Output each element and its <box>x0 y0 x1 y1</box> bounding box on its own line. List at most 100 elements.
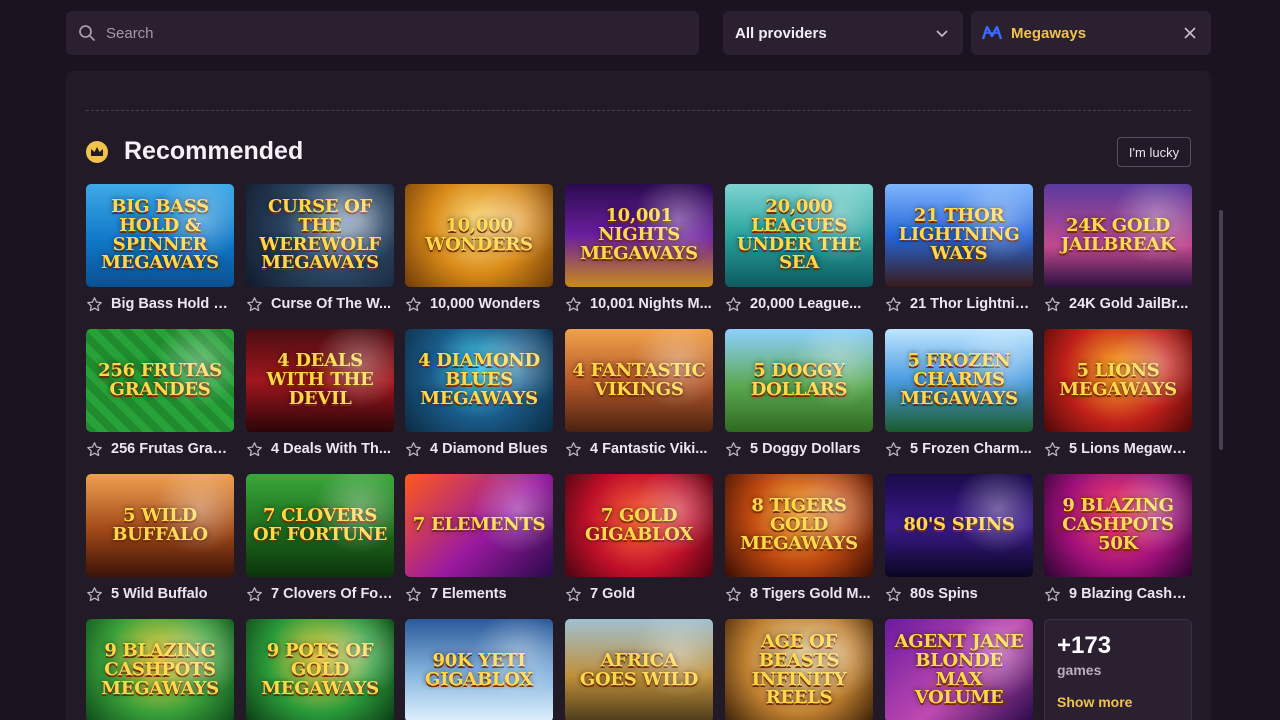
game-title[interactable]: 5 Frozen Charm... <box>910 441 1032 457</box>
game-thumbnail[interactable]: 5 Lions Megaways <box>1044 329 1192 432</box>
game-title[interactable]: 4 Deals With Th... <box>271 441 393 457</box>
providers-dropdown[interactable]: All providers <box>723 11 963 55</box>
game-card[interactable]: 21 Thor Lightning Ways 21 Thor Lightnin..… <box>885 184 1033 321</box>
game-thumbnail[interactable]: 5 Frozen Charms Megaways <box>885 329 1033 432</box>
im-lucky-button[interactable]: I'm lucky <box>1117 137 1191 167</box>
game-card[interactable]: 9 Blazing Cashpots Megaways <box>86 619 234 720</box>
favorite-star-icon[interactable] <box>565 296 582 313</box>
game-thumbnail[interactable]: 90k Yeti Gigablox <box>405 619 553 720</box>
game-title[interactable]: 256 Frutas Gran... <box>111 441 233 457</box>
favorite-star-icon[interactable] <box>885 586 902 603</box>
game-thumbnail[interactable]: 10,000 Wonders <box>405 184 553 287</box>
game-thumbnail[interactable]: 9 Blazing Cashpots 50K <box>1044 474 1192 577</box>
game-thumbnail[interactable]: 8 Tigers Gold Megaways <box>725 474 873 577</box>
favorite-star-icon[interactable] <box>86 441 103 458</box>
game-title[interactable]: 20,000 League... <box>750 296 872 312</box>
game-thumbnail[interactable]: Agent Jane Blonde Max Volume <box>885 619 1033 720</box>
game-card[interactable]: 10,000 Wonders 10,000 Wonders <box>405 184 553 321</box>
game-title[interactable]: Big Bass Hold & ... <box>111 296 233 312</box>
game-thumbnail[interactable]: 24K Gold Jailbreak <box>1044 184 1192 287</box>
favorite-star-icon[interactable] <box>246 441 263 458</box>
favorite-star-icon[interactable] <box>405 296 422 313</box>
game-thumbnail[interactable]: 4 Deals with the Devil <box>246 329 394 432</box>
game-thumbnail[interactable]: Curse of the Werewolf Megaways <box>246 184 394 287</box>
game-card[interactable]: 5 Frozen Charms Megaways 5 Frozen Charm..… <box>885 329 1033 466</box>
game-card[interactable]: 5 Doggy Dollars 5 Doggy Dollars <box>725 329 873 466</box>
game-title[interactable]: 4 Fantastic Viki... <box>590 441 712 457</box>
game-card[interactable]: 20,000 Leagues Under the Sea 20,000 Leagu… <box>725 184 873 321</box>
search-input[interactable] <box>106 24 666 42</box>
megaways-filter-chip[interactable]: Megaways <box>971 11 1211 55</box>
game-title[interactable]: 5 Doggy Dollars <box>750 441 872 457</box>
game-thumbnail[interactable]: Africa Goes Wild <box>565 619 713 720</box>
game-thumbnail[interactable]: 10,001 Nights Megaways <box>565 184 713 287</box>
game-title[interactable]: 7 Clovers Of For... <box>271 586 393 602</box>
game-title[interactable]: 7 Gold <box>590 586 712 602</box>
favorite-star-icon[interactable] <box>405 441 422 458</box>
favorite-star-icon[interactable] <box>725 586 742 603</box>
game-thumbnail[interactable]: Big Bass Hold & Spinner Megaways <box>86 184 234 287</box>
game-card[interactable]: 24K Gold Jailbreak 24K Gold JailBr... <box>1044 184 1192 321</box>
game-title[interactable]: 80s Spins <box>910 586 1032 602</box>
game-title[interactable]: Curse Of The W... <box>271 296 393 312</box>
game-card[interactable]: 4 Deals with the Devil 4 Deals With Th... <box>246 329 394 466</box>
game-title[interactable]: 24K Gold JailBr... <box>1069 296 1191 312</box>
game-card[interactable]: 9 Blazing Cashpots 50K 9 Blazing Cashp... <box>1044 474 1192 611</box>
game-card[interactable]: 10,001 Nights Megaways 10,001 Nights M... <box>565 184 713 321</box>
game-title[interactable]: 9 Blazing Cashp... <box>1069 586 1191 602</box>
game-thumbnail[interactable]: 7 Elements <box>405 474 553 577</box>
game-thumbnail[interactable]: 21 Thor Lightning Ways <box>885 184 1033 287</box>
game-title[interactable]: 8 Tigers Gold M... <box>750 586 872 602</box>
game-card[interactable]: 256 Frutas Grandes 256 Frutas Gran... <box>86 329 234 466</box>
search-box[interactable] <box>66 11 699 55</box>
close-icon[interactable] <box>1183 26 1197 40</box>
game-title[interactable]: 10,000 Wonders <box>430 296 552 312</box>
favorite-star-icon[interactable] <box>1044 441 1061 458</box>
game-card[interactable]: 5 Wild Buffalo 5 Wild Buffalo <box>86 474 234 611</box>
game-thumbnail[interactable]: 7 Gold Gigablox <box>565 474 713 577</box>
game-card[interactable]: 80's Spins 80s Spins <box>885 474 1033 611</box>
game-thumbnail[interactable]: 7 Clovers of Fortune <box>246 474 394 577</box>
favorite-star-icon[interactable] <box>885 441 902 458</box>
favorite-star-icon[interactable] <box>246 296 263 313</box>
favorite-star-icon[interactable] <box>1044 586 1061 603</box>
game-thumbnail[interactable]: 5 Wild Buffalo <box>86 474 234 577</box>
game-card[interactable]: 4 Fantastic Vikings 4 Fantastic Viki... <box>565 329 713 466</box>
game-thumbnail[interactable]: Age of Beasts Infinity Reels <box>725 619 873 720</box>
game-thumbnail[interactable]: 9 Pots of Gold Megaways <box>246 619 394 720</box>
favorite-star-icon[interactable] <box>885 296 902 313</box>
game-card[interactable]: 4 Diamond Blues Megaways 4 Diamond Blues <box>405 329 553 466</box>
game-card[interactable]: 8 Tigers Gold Megaways 8 Tigers Gold M... <box>725 474 873 611</box>
show-more-card[interactable]: +173 games Show more <box>1044 619 1192 720</box>
favorite-star-icon[interactable] <box>405 586 422 603</box>
favorite-star-icon[interactable] <box>725 441 742 458</box>
game-thumbnail[interactable]: 5 Doggy Dollars <box>725 329 873 432</box>
game-card[interactable]: Africa Goes Wild <box>565 619 713 720</box>
scrollbar[interactable] <box>1219 210 1223 450</box>
show-more-link[interactable]: Show more <box>1057 694 1179 710</box>
game-card[interactable]: Age of Beasts Infinity Reels <box>725 619 873 720</box>
game-thumbnail[interactable]: 80's Spins <box>885 474 1033 577</box>
game-card[interactable]: 90k Yeti Gigablox <box>405 619 553 720</box>
game-card[interactable]: 7 Elements 7 Elements <box>405 474 553 611</box>
game-title[interactable]: 5 Wild Buffalo <box>111 586 233 602</box>
game-card[interactable]: 7 Clovers of Fortune 7 Clovers Of For... <box>246 474 394 611</box>
game-card[interactable]: 9 Pots of Gold Megaways <box>246 619 394 720</box>
favorite-star-icon[interactable] <box>725 296 742 313</box>
game-card[interactable]: 5 Lions Megaways 5 Lions Megawa... <box>1044 329 1192 466</box>
game-card[interactable]: Agent Jane Blonde Max Volume <box>885 619 1033 720</box>
game-title[interactable]: 4 Diamond Blues <box>430 441 552 457</box>
game-thumbnail[interactable]: 9 Blazing Cashpots Megaways <box>86 619 234 720</box>
game-thumbnail[interactable]: 20,000 Leagues Under the Sea <box>725 184 873 287</box>
game-title[interactable]: 5 Lions Megawa... <box>1069 441 1191 457</box>
game-title[interactable]: 21 Thor Lightnin... <box>910 296 1032 312</box>
game-title[interactable]: 7 Elements <box>430 586 552 602</box>
game-card[interactable]: Curse of the Werewolf Megaways Curse Of T… <box>246 184 394 321</box>
game-card[interactable]: 7 Gold Gigablox 7 Gold <box>565 474 713 611</box>
game-thumbnail[interactable]: 4 Diamond Blues Megaways <box>405 329 553 432</box>
favorite-star-icon[interactable] <box>86 296 103 313</box>
favorite-star-icon[interactable] <box>1044 296 1061 313</box>
favorite-star-icon[interactable] <box>86 586 103 603</box>
game-card[interactable]: Big Bass Hold & Spinner Megaways Big Bass… <box>86 184 234 321</box>
game-title[interactable]: 10,001 Nights M... <box>590 296 712 312</box>
